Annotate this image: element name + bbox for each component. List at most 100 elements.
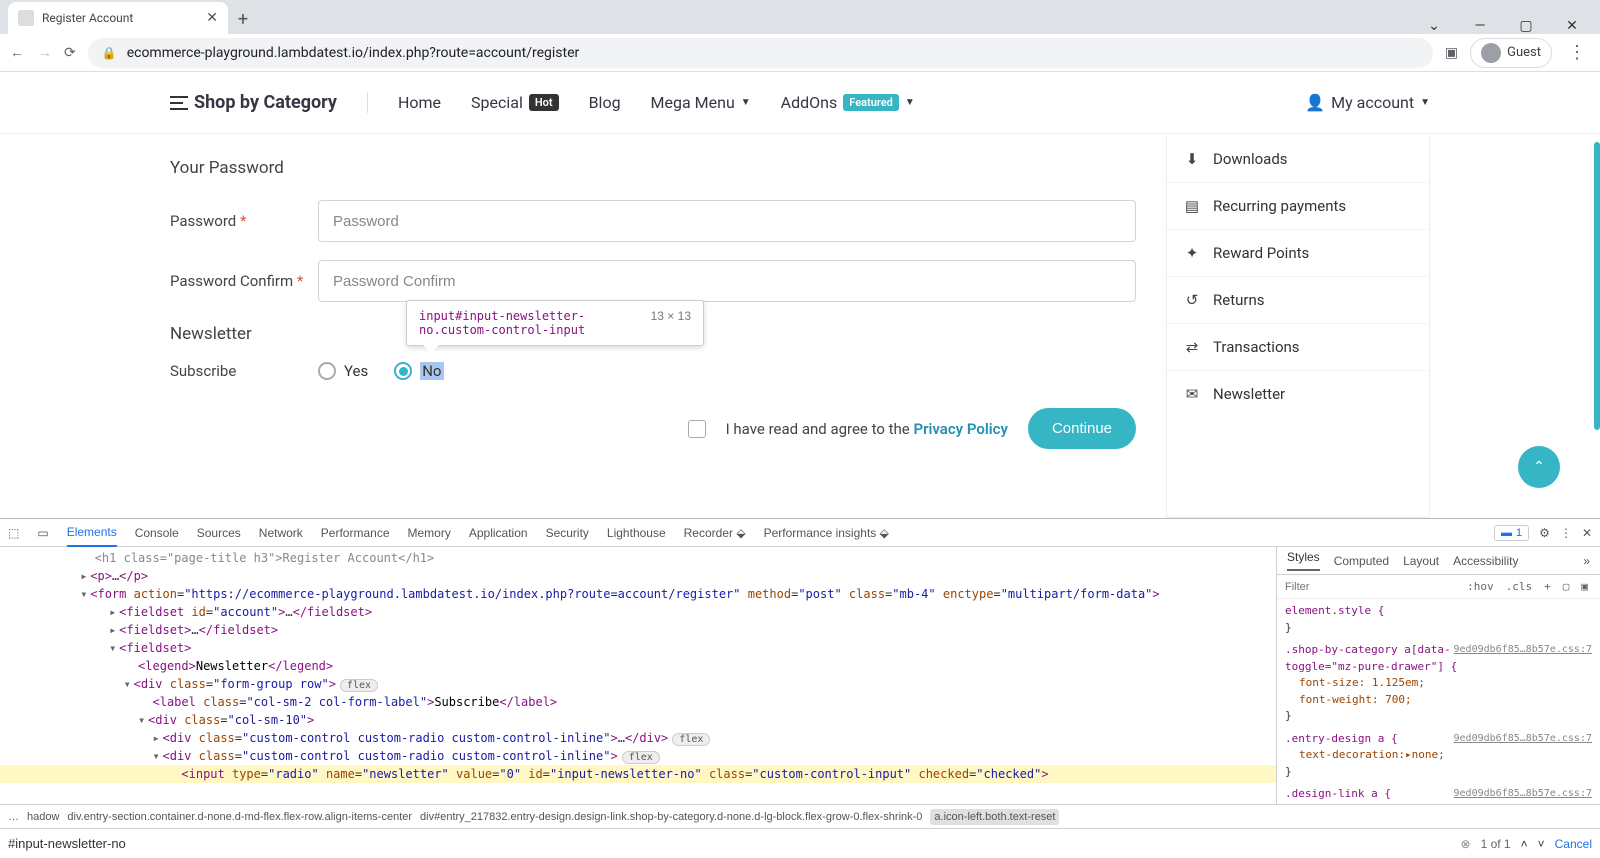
sidebar-item-reward[interactable]: ✦Reward Points bbox=[1167, 230, 1429, 277]
agree-text: I have read and agree to the Privacy Pol… bbox=[726, 420, 1008, 438]
profile-label: Guest bbox=[1507, 45, 1541, 60]
nav-mega-menu[interactable]: Mega Menu▼ bbox=[651, 93, 751, 112]
sidebar-item-transactions[interactable]: ⇄Transactions bbox=[1167, 324, 1429, 371]
elements-breadcrumb[interactable]: … hadow div.entry-section.container.d-no… bbox=[0, 804, 1600, 828]
browser-tab[interactable]: Register Account ✕ bbox=[8, 2, 228, 34]
plus-icon[interactable]: + bbox=[1540, 578, 1555, 595]
styles-rules[interactable]: element.style { } 9ed09db6f85…8b57e.css:… bbox=[1277, 599, 1600, 804]
close-window-icon[interactable]: ✕ bbox=[1558, 18, 1586, 34]
hot-badge: Hot bbox=[529, 94, 559, 111]
sidebar-item-returns[interactable]: ↺Returns bbox=[1167, 277, 1429, 324]
devtools-find-bar: ⊗ 1 of 1 ˄ ˅ Cancel bbox=[0, 828, 1600, 858]
maximize-icon[interactable]: ▢ bbox=[1512, 18, 1540, 34]
tooltip-selector: input#input-newsletter-no.custom-control… bbox=[419, 309, 585, 337]
close-icon[interactable]: ✕ bbox=[206, 10, 218, 26]
download-icon: ⬇ bbox=[1183, 150, 1201, 168]
more-icon[interactable]: » bbox=[1583, 554, 1590, 568]
agree-checkbox[interactable] bbox=[688, 420, 706, 438]
nav-home[interactable]: Home bbox=[398, 93, 441, 112]
hov-button[interactable]: :hov bbox=[1463, 578, 1498, 595]
featured-badge: Featured bbox=[843, 94, 899, 111]
mail-icon: ✉ bbox=[1183, 385, 1201, 403]
window-controls: ⌄ — ▢ ✕ bbox=[1420, 12, 1600, 34]
radio-checked-icon bbox=[394, 362, 412, 380]
privacy-policy-link[interactable]: Privacy Policy bbox=[913, 420, 1007, 438]
address-bar[interactable]: 🔒 ecommerce-playground.lambdatest.io/ind… bbox=[88, 38, 1433, 68]
issues-badge[interactable]: ▬ 1 bbox=[1494, 525, 1529, 541]
find-next-icon[interactable]: ˅ bbox=[1538, 837, 1545, 851]
user-icon: 👤 bbox=[1305, 93, 1325, 112]
transactions-icon: ⇄ bbox=[1183, 338, 1201, 356]
cancel-button[interactable]: Cancel bbox=[1555, 837, 1592, 851]
nav-blog[interactable]: Blog bbox=[589, 93, 621, 112]
sidebar-item-newsletter[interactable]: ✉Newsletter bbox=[1167, 371, 1429, 417]
card-icon: ▤ bbox=[1183, 197, 1201, 215]
password-section-title: Your Password bbox=[170, 158, 1136, 178]
new-tab-button[interactable]: + bbox=[228, 4, 258, 34]
clear-icon[interactable]: ⊗ bbox=[1461, 837, 1471, 851]
nav-special[interactable]: Special Hot bbox=[471, 93, 559, 112]
close-icon[interactable]: ✕ bbox=[1582, 526, 1592, 540]
avatar-icon bbox=[1481, 43, 1501, 63]
sidebar-item-recurring[interactable]: ▤Recurring payments bbox=[1167, 183, 1429, 230]
back-icon[interactable]: ← bbox=[10, 44, 24, 61]
subscribe-yes-radio[interactable]: Yes bbox=[318, 362, 368, 380]
subscribe-no-radio[interactable]: No bbox=[394, 362, 443, 380]
minimize-icon[interactable]: — bbox=[1466, 18, 1494, 34]
password-label: Password * bbox=[170, 212, 318, 230]
password-input[interactable] bbox=[318, 200, 1136, 242]
page-content: Shop by Category Home Special Hot Blog M… bbox=[0, 72, 1600, 518]
shop-by-category-button[interactable]: Shop by Category bbox=[170, 92, 368, 113]
gear-icon[interactable]: ⚙ bbox=[1539, 526, 1550, 540]
styles-tab-styles[interactable]: Styles bbox=[1287, 550, 1320, 571]
find-prev-icon[interactable]: ˄ bbox=[1521, 837, 1528, 851]
hamburger-icon bbox=[170, 96, 188, 110]
shop-by-category-label: Shop by Category bbox=[194, 92, 337, 113]
cls-button[interactable]: .cls bbox=[1502, 578, 1537, 595]
reader-icon[interactable]: ▣ bbox=[1445, 45, 1458, 61]
nav-my-account[interactable]: 👤 My account▼ bbox=[1305, 93, 1430, 112]
tab-lighthouse[interactable]: Lighthouse bbox=[607, 520, 666, 546]
page-scrollbar[interactable] bbox=[1586, 72, 1600, 518]
tab-recorder[interactable]: Recorder ⬙ bbox=[684, 520, 746, 546]
styles-tab-layout[interactable]: Layout bbox=[1403, 554, 1439, 568]
styles-tab-accessibility[interactable]: Accessibility bbox=[1453, 554, 1518, 568]
chevron-down-icon[interactable]: ⌄ bbox=[1420, 18, 1448, 34]
browser-tab-bar: Register Account ✕ + ⌄ — ▢ ✕ bbox=[0, 0, 1600, 34]
tab-memory[interactable]: Memory bbox=[408, 520, 451, 546]
chevron-up-icon: ⌃ bbox=[1533, 459, 1545, 475]
menu-icon[interactable]: ⋮ bbox=[1564, 42, 1590, 63]
forward-icon: → bbox=[38, 44, 52, 61]
tab-application[interactable]: Application bbox=[469, 520, 528, 546]
url-text: ecommerce-playground.lambdatest.io/index… bbox=[127, 45, 580, 61]
tab-security[interactable]: Security bbox=[546, 520, 589, 546]
panel-icon[interactable]: ▣ bbox=[1577, 578, 1592, 595]
browser-toolbar: ← → ⟳ 🔒 ecommerce-playground.lambdatest.… bbox=[0, 34, 1600, 72]
subscribe-label: Subscribe bbox=[170, 362, 318, 380]
tab-elements[interactable]: Elements bbox=[67, 519, 117, 547]
tab-perf-insights[interactable]: Performance insights ⬙ bbox=[764, 520, 889, 546]
box-icon[interactable]: ▢ bbox=[1559, 578, 1574, 595]
device-icon[interactable]: ▭ bbox=[37, 526, 48, 540]
tab-network[interactable]: Network bbox=[259, 520, 303, 546]
find-count: 1 of 1 bbox=[1481, 837, 1511, 851]
tab-sources[interactable]: Sources bbox=[197, 520, 241, 546]
tab-performance[interactable]: Performance bbox=[321, 520, 390, 546]
sidebar-item-downloads[interactable]: ⬇Downloads bbox=[1167, 136, 1429, 183]
styles-tab-computed[interactable]: Computed bbox=[1334, 554, 1389, 568]
elements-tree[interactable]: <h1 class="page-title h3">Register Accou… bbox=[0, 547, 1276, 804]
devtools-panel: ⬚ ▭ Elements Console Sources Network Per… bbox=[0, 518, 1600, 858]
profile-button[interactable]: Guest bbox=[1470, 38, 1552, 68]
continue-button[interactable]: Continue bbox=[1028, 408, 1136, 449]
reload-icon[interactable]: ⟳ bbox=[64, 45, 76, 61]
menu-icon[interactable]: ⋮ bbox=[1560, 526, 1572, 540]
nav-addons[interactable]: AddOns Featured ▼ bbox=[781, 93, 915, 112]
find-input[interactable] bbox=[8, 836, 1451, 851]
inspect-icon[interactable]: ⬚ bbox=[8, 526, 19, 540]
styles-filter-input[interactable] bbox=[1285, 581, 1457, 593]
password-confirm-input[interactable] bbox=[318, 260, 1136, 302]
radio-icon bbox=[318, 362, 336, 380]
tab-console[interactable]: Console bbox=[135, 520, 179, 546]
reward-icon: ✦ bbox=[1183, 244, 1201, 262]
scroll-top-button[interactable]: ⌃ bbox=[1518, 446, 1560, 488]
